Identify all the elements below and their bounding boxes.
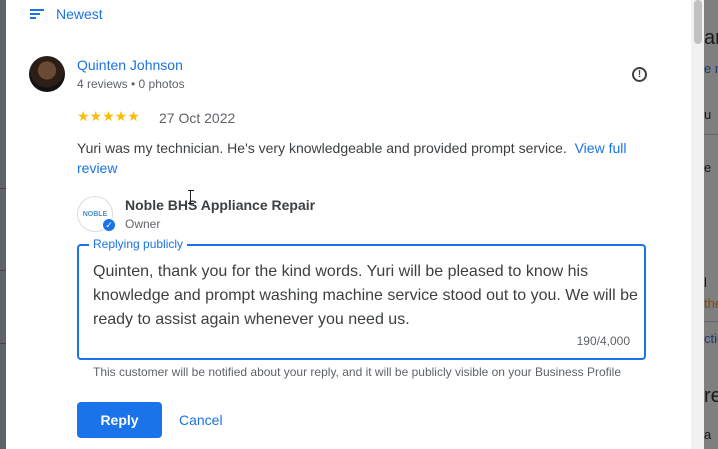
bg-fragment: e [704, 160, 712, 175]
verified-check-icon: ✓ [102, 218, 116, 232]
bg-fragment: e r [704, 61, 718, 76]
bg-fragment: ar [704, 27, 718, 49]
scrollbar-thumb[interactable] [694, 0, 702, 44]
background-right-edge: ar e r u e l the ctio re a [704, 0, 718, 449]
reply-button[interactable]: Reply [77, 402, 162, 438]
reply-text-value[interactable]: Quinten, thank you for the kind words. Y… [93, 260, 638, 332]
sort-icon [30, 8, 44, 20]
cancel-button[interactable]: Cancel [179, 402, 223, 438]
character-counter: 190/4,000 [576, 334, 630, 348]
owner-name: Noble BHS Appliance Repair [125, 197, 316, 213]
review-body: Yuri was my technician. He's very knowle… [77, 140, 567, 156]
bg-fragment: the [704, 296, 718, 311]
owner-role: Owner [125, 217, 161, 231]
star-rating: ★★★★★ [77, 108, 140, 124]
owner-logo-text: NOBLE [82, 210, 108, 218]
reply-visibility-notice: This customer will be notified about you… [93, 365, 622, 379]
report-flag-icon[interactable]: ! [632, 67, 647, 82]
reviewer-avatar[interactable] [29, 56, 65, 92]
background-left-edge [0, 0, 6, 449]
reviewer-meta: 4 reviews • 0 photos [77, 77, 185, 91]
reply-field-label: Replying publicly [89, 237, 188, 251]
reviewer-name-link[interactable]: Quinten Johnson [77, 57, 183, 73]
sort-label: Newest [56, 6, 103, 22]
bg-fragment: u [704, 107, 712, 122]
bg-fragment: l [704, 275, 707, 290]
review-date: 27 Oct 2022 [159, 110, 236, 126]
bg-fragment: ctio [704, 331, 718, 346]
review-text: Yuri was my technician. He's very knowle… [77, 138, 647, 178]
text-cursor-icon [188, 190, 194, 206]
sort-dropdown[interactable]: Newest [30, 6, 103, 22]
bg-fragment: re [704, 385, 718, 407]
dialog-scrollbar[interactable] [691, 0, 704, 449]
bg-fragment: a [704, 427, 712, 442]
